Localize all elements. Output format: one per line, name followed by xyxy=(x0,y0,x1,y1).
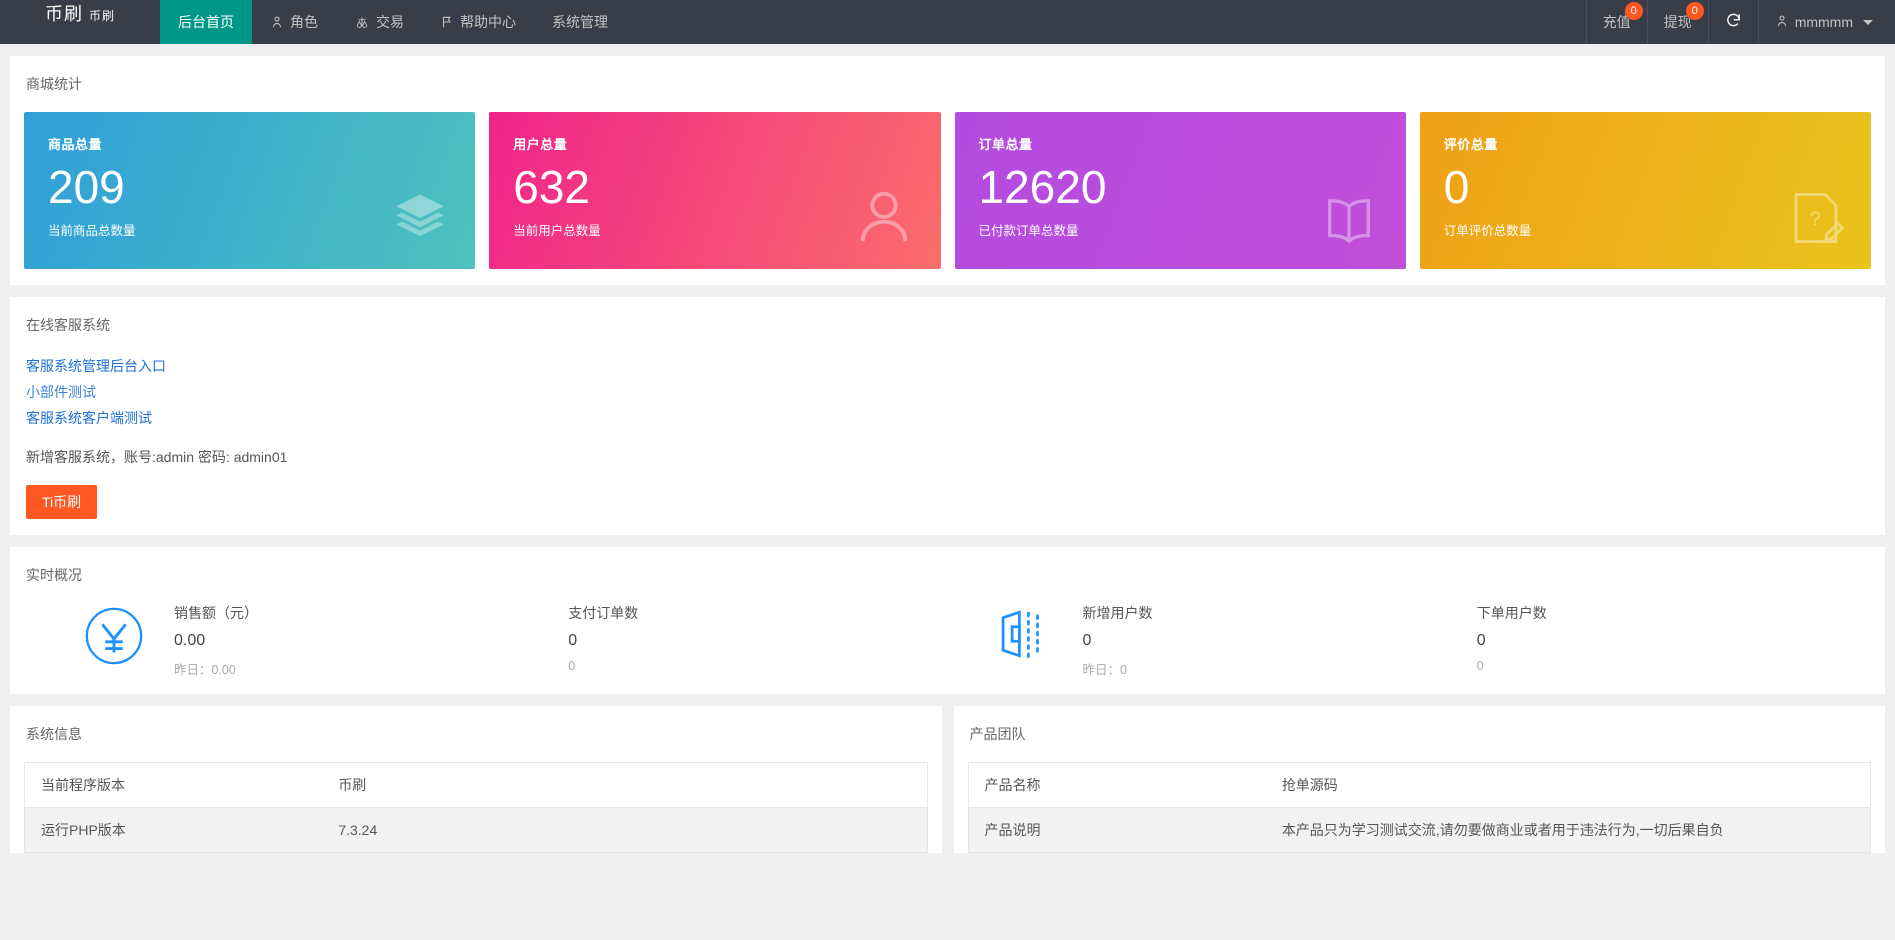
product-team-panel: 产品团队 产品名称 抢单源码 产品说明 本产品只为学习测试交流,请勿要做商业或者… xyxy=(954,706,1886,853)
box-icon xyxy=(963,603,1083,663)
stat-card-label: 用户总量 xyxy=(513,134,916,153)
withdraw-badge: 0 xyxy=(1686,2,1704,20)
review-icon: ? xyxy=(1787,189,1845,247)
table-cell-value: 抢单源码 xyxy=(1266,763,1871,808)
nav-item-home[interactable]: 后台首页 xyxy=(160,0,252,44)
realtime-overview-panel: 实时概况 销售额（元） 0.00 昨日：0.00 支付订单数 xyxy=(10,547,1885,694)
service-link-client-test[interactable]: 客服系统客户端测试 xyxy=(26,405,1871,431)
service-link-widget-test[interactable]: 小部件测试 xyxy=(26,379,1871,405)
service-link-admin-entry[interactable]: 客服系统管理后台入口 xyxy=(26,353,1871,379)
panel-title: 产品团队 xyxy=(968,724,1872,744)
user-icon xyxy=(270,15,284,29)
metric-label: 新增用户数 xyxy=(1083,603,1477,623)
metric-prev: 昨日：0.00 xyxy=(174,659,568,678)
stat-card-label: 订单总量 xyxy=(979,134,1382,153)
nav-item-trade[interactable]: 交易 xyxy=(336,0,422,44)
ti-bishua-button[interactable]: Ti币刷 xyxy=(26,485,97,519)
stat-card-orders[interactable]: 订单总量 12620 已付款订单总数量 xyxy=(955,112,1406,269)
logo-sub-text: 币刷 xyxy=(89,7,115,24)
panel-title: 在线客服系统 xyxy=(24,315,1871,335)
nav-item-label: 角色 xyxy=(290,12,318,32)
table-cell-value: 币刷 xyxy=(322,763,927,808)
logo-main-text: 币刷 xyxy=(45,0,83,26)
metric-paid-orders: 支付订单数 0 0 xyxy=(568,603,962,678)
customer-service-panel: 在线客服系统 客服系统管理后台入口 小部件测试 客服系统客户端测试 新增客服系统… xyxy=(10,297,1885,535)
header-right-actions: 充值 0 提现 0 mmmmm xyxy=(1586,0,1895,44)
stat-card-products[interactable]: 商品总量 209 当前商品总数量 xyxy=(24,112,475,269)
table-row: 产品名称 抢单源码 xyxy=(968,763,1871,808)
chevron-down-icon xyxy=(1863,20,1873,25)
page-content: 商城统计 商品总量 209 当前商品总数量 用户总量 632 当前用户总数量 xyxy=(0,44,1895,853)
book-icon xyxy=(1318,195,1380,247)
system-info-panel: 系统信息 当前程序版本 币刷 运行PHP版本 7.3.24 xyxy=(10,706,942,853)
realtime-metric-list: 销售额（元） 0.00 昨日：0.00 支付订单数 0 0 xyxy=(174,603,963,678)
nav-item-label: 交易 xyxy=(376,12,404,32)
metric-label: 下单用户数 xyxy=(1477,603,1871,623)
table-cell-value: 本产品只为学习测试交流,请勿要做商业或者用于违法行为,一切后果自负 xyxy=(1266,808,1871,853)
app-logo[interactable]: 币刷 币刷 xyxy=(0,0,160,44)
table-cell-key: 产品说明 xyxy=(968,808,1266,853)
yuan-icon xyxy=(54,603,174,667)
metric-value: 0 xyxy=(1477,632,1871,650)
mall-statistics-panel: 商城统计 商品总量 209 当前商品总数量 用户总量 632 当前用户总数量 xyxy=(10,56,1885,285)
username-label: mmmmm xyxy=(1795,14,1853,30)
bottom-tables-row: 系统信息 当前程序版本 币刷 运行PHP版本 7.3.24 产品团队 产品名称 … xyxy=(10,706,1885,853)
table-cell-key: 当前程序版本 xyxy=(25,763,323,808)
metric-value: 0 xyxy=(568,632,962,650)
table-cell-value: 7.3.24 xyxy=(322,808,927,853)
stat-card-users[interactable]: 用户总量 632 当前用户总数量 xyxy=(489,112,940,269)
user-menu[interactable]: mmmmm xyxy=(1758,0,1895,44)
metric-prev: 0 xyxy=(1477,659,1871,673)
main-nav: 后台首页 角色 交易 帮助中心 xyxy=(160,0,626,44)
panel-title: 实时概况 xyxy=(24,565,1871,585)
product-team-table: 产品名称 抢单源码 产品说明 本产品只为学习测试交流,请勿要做商业或者用于违法行… xyxy=(968,762,1872,853)
recharge-button[interactable]: 充值 0 xyxy=(1586,0,1647,44)
metric-label: 支付订单数 xyxy=(568,603,962,623)
nav-item-label: 后台首页 xyxy=(178,12,234,32)
user-icon xyxy=(853,185,915,247)
nav-item-label: 系统管理 xyxy=(552,12,608,32)
service-link-list: 客服系统管理后台入口 小部件测试 客服系统客户端测试 xyxy=(26,353,1871,431)
nav-item-system[interactable]: 系统管理 xyxy=(534,0,626,44)
nav-item-label: 帮助中心 xyxy=(460,12,516,32)
top-header: 币刷 币刷 后台首页 角色 交易 xyxy=(0,0,1895,44)
table-row: 运行PHP版本 7.3.24 xyxy=(25,808,928,853)
metric-value: 0.00 xyxy=(174,632,568,650)
flag-icon xyxy=(440,15,454,29)
scales-icon xyxy=(354,15,370,29)
user-icon xyxy=(1775,14,1789,31)
nav-item-role[interactable]: 角色 xyxy=(252,0,336,44)
metric-prev: 0 xyxy=(568,659,962,673)
table-row: 当前程序版本 币刷 xyxy=(25,763,928,808)
stat-card-reviews[interactable]: 评价总量 0 订单评价总数量 ? xyxy=(1420,112,1871,269)
metric-ordering-users: 下单用户数 0 0 xyxy=(1477,603,1871,678)
panel-title: 商城统计 xyxy=(24,74,1871,94)
refresh-button[interactable] xyxy=(1708,0,1758,44)
layers-icon xyxy=(391,189,449,247)
table-cell-key: 产品名称 xyxy=(968,763,1266,808)
refresh-icon xyxy=(1725,12,1742,32)
metric-prev: 昨日：0 xyxy=(1083,659,1477,678)
realtime-metric-list: 新增用户数 0 昨日：0 下单用户数 0 0 xyxy=(1083,603,1872,678)
system-info-table: 当前程序版本 币刷 运行PHP版本 7.3.24 xyxy=(24,762,928,853)
service-note: 新增客服系统，账号:admin 密码: admin01 xyxy=(26,447,1871,467)
panel-title: 系统信息 xyxy=(24,724,928,744)
recharge-badge: 0 xyxy=(1625,2,1643,20)
realtime-group-sales: 销售额（元） 0.00 昨日：0.00 支付订单数 0 0 xyxy=(54,603,963,678)
metric-value: 0 xyxy=(1083,632,1477,650)
realtime-group-users: 新增用户数 0 昨日：0 下单用户数 0 0 xyxy=(963,603,1872,678)
nav-item-help[interactable]: 帮助中心 xyxy=(422,0,534,44)
stat-card-list: 商品总量 209 当前商品总数量 用户总量 632 当前用户总数量 xyxy=(24,112,1871,269)
metric-label: 销售额（元） xyxy=(174,603,568,623)
metric-new-users: 新增用户数 0 昨日：0 xyxy=(1083,603,1477,678)
realtime-metrics: 销售额（元） 0.00 昨日：0.00 支付订单数 0 0 xyxy=(24,603,1871,678)
table-row: 产品说明 本产品只为学习测试交流,请勿要做商业或者用于违法行为,一切后果自负 xyxy=(968,808,1871,853)
table-cell-key: 运行PHP版本 xyxy=(25,808,323,853)
metric-sales-amount: 销售额（元） 0.00 昨日：0.00 xyxy=(174,603,568,678)
withdraw-button[interactable]: 提现 0 xyxy=(1647,0,1708,44)
stat-card-label: 评价总量 xyxy=(1444,134,1847,153)
svg-text:?: ? xyxy=(1810,208,1821,230)
stat-card-label: 商品总量 xyxy=(48,134,451,153)
